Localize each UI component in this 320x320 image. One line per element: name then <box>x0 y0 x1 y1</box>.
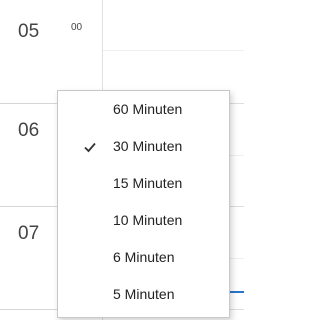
menu-item-label: 60 Minuten <box>113 101 183 117</box>
checkmark-icon <box>83 131 97 162</box>
menu-item-6-minutes[interactable]: 6 Minuten <box>58 242 229 273</box>
hour-label-07: 07 <box>18 223 40 244</box>
menu-item-60-minutes[interactable]: 60 Minuten <box>58 94 229 125</box>
menu-item-10-minutes[interactable]: 10 Minuten <box>58 205 229 236</box>
half-hour-slot-line <box>103 50 244 51</box>
menu-item-label: 30 Minuten <box>113 138 183 154</box>
minute-label-00: 00 <box>71 22 83 33</box>
menu-item-5-minutes[interactable]: 5 Minuten <box>58 279 229 310</box>
menu-item-30-minutes[interactable]: 30 Minuten <box>58 131 229 162</box>
menu-item-label: 6 Minuten <box>113 249 175 265</box>
menu-item-label: 5 Minuten <box>113 286 175 302</box>
menu-item-label: 10 Minuten <box>113 212 183 228</box>
hour-label-06: 06 <box>18 120 40 141</box>
hour-label-05: 05 <box>18 21 40 42</box>
menu-item-label: 15 Minuten <box>113 175 183 191</box>
time-scale-context-menu: 60 Minuten 30 Minuten 15 Minuten 10 Minu… <box>57 90 230 318</box>
menu-item-15-minutes[interactable]: 15 Minuten <box>58 168 229 199</box>
